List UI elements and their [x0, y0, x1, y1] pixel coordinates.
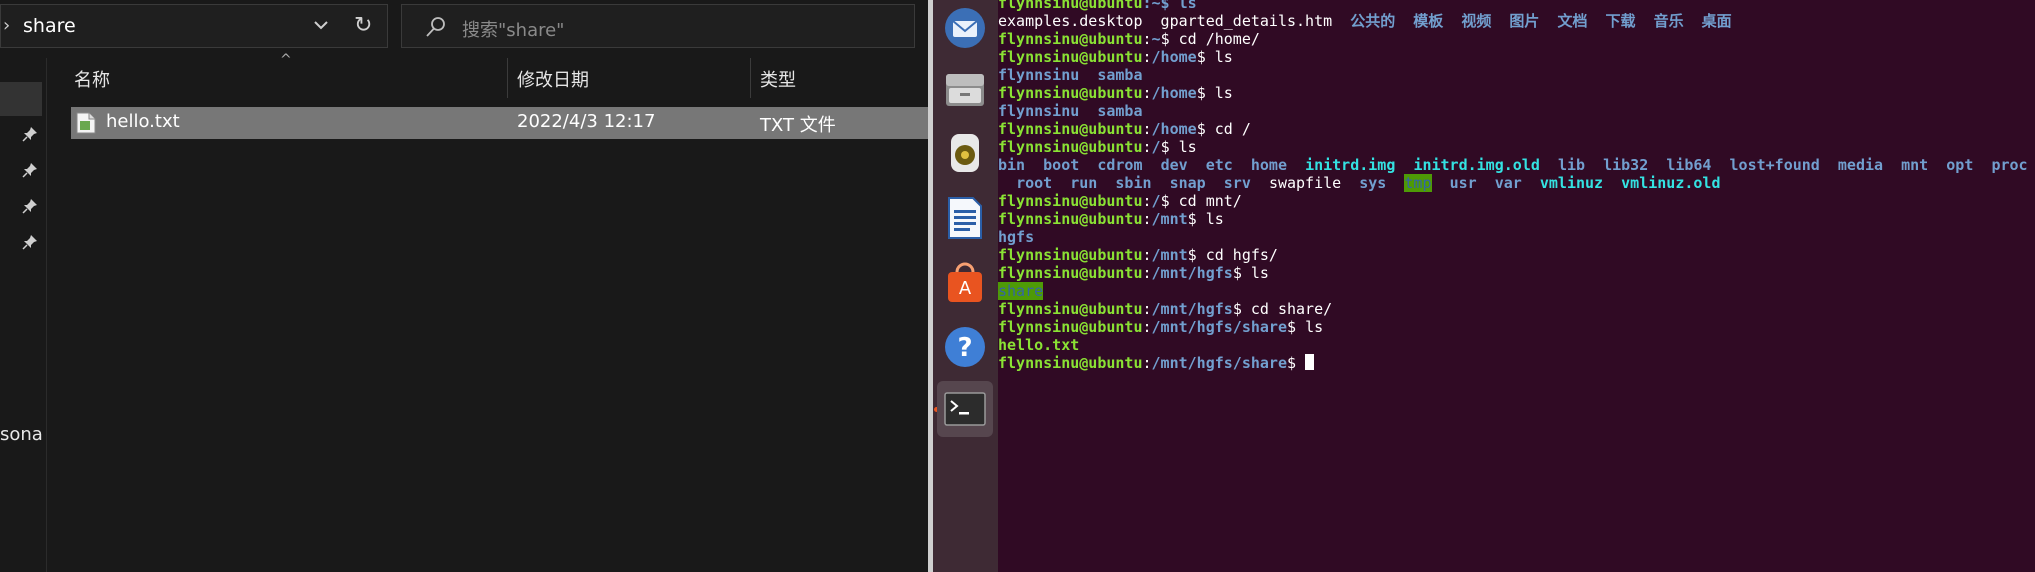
rhythmbox-icon — [951, 134, 979, 172]
chevron-down-icon[interactable] — [311, 15, 331, 35]
help-icon: ? — [945, 327, 985, 367]
text-file-icon — [76, 112, 96, 134]
nav-selected-item[interactable] — [0, 82, 42, 116]
svg-text:A: A — [959, 278, 972, 299]
software-center-icon: A — [948, 262, 982, 302]
column-header-row: ^ 名称 修改日期 类型 — [46, 52, 928, 98]
libreoffice-writer-icon — [948, 197, 982, 239]
nav-item-partial-label[interactable]: sona — [0, 424, 43, 445]
ubuntu-launcher: A ? — [933, 0, 998, 572]
software-center-button[interactable]: A — [937, 254, 993, 310]
svg-text:?: ? — [957, 333, 972, 363]
terminal-prompt-line: flynnsinu@ubuntu:/$ cd mnt/ — [998, 192, 1242, 210]
sort-ascending-icon: ^ — [280, 52, 292, 68]
terminal-line: flynnsinu@ubuntu:~$ ls — [998, 0, 1197, 12]
terminal-line: examples.desktop gparted_details.htm 公共的… — [998, 12, 1732, 30]
column-header-name[interactable]: 名称 — [74, 66, 110, 92]
search-icon — [426, 17, 445, 37]
files-button[interactable] — [937, 60, 993, 116]
file-explorer-window: › share ↻ 搜索"share" sona ^ 名称 修改日期 类型 he… — [0, 0, 928, 572]
terminal-prompt-line: flynnsinu@ubuntu:/mnt/hgfs$ ls — [998, 264, 1269, 282]
terminal-output-line: flynnsinu samba — [998, 102, 1143, 120]
terminal-prompt-line: flynnsinu@ubuntu:/home$ cd / — [998, 120, 1251, 138]
help-button[interactable]: ? — [937, 319, 993, 375]
file-modified: 2022/4/3 12:17 — [517, 111, 656, 132]
terminal-prompt-line: flynnsinu@ubuntu:/mnt/hgfs/share$ ls — [998, 318, 1324, 336]
address-bar[interactable]: › share ↻ — [0, 4, 388, 48]
search-box[interactable]: 搜索"share" — [401, 4, 915, 48]
search-placeholder[interactable]: 搜索"share" — [462, 16, 564, 42]
pin-icon[interactable] — [22, 198, 38, 214]
file-type: TXT 文件 — [760, 115, 836, 136]
terminal-prompt-line: flynnsinu@ubuntu:/mnt/hgfs$ cd share/ — [998, 300, 1333, 318]
terminal-output-line: root run sbin snap srv swapfile sys tmp … — [1016, 174, 1721, 192]
refresh-icon[interactable]: ↻ — [354, 13, 372, 38]
rhythmbox-button[interactable] — [937, 125, 993, 181]
column-header-modified[interactable]: 修改日期 — [517, 66, 589, 92]
pin-icon[interactable] — [22, 234, 38, 250]
terminal-output-line: hgfs — [998, 228, 1035, 246]
terminal-cursor[interactable] — [1305, 354, 1315, 370]
terminal-button[interactable] — [937, 381, 993, 437]
thunderbird-button[interactable] — [937, 0, 993, 56]
navigation-pane: sona — [0, 58, 47, 572]
terminal-window[interactable]: flynnsinu@ubuntu:~$ ls examples.desktop … — [998, 0, 2035, 572]
terminal-output-line: share — [998, 282, 1044, 300]
column-header-type[interactable]: 类型 — [760, 66, 796, 92]
files-icon — [946, 74, 984, 106]
terminal-prompt-line: flynnsinu@ubuntu:/home$ ls — [998, 48, 1233, 66]
terminal-output-line: hello.txt — [998, 336, 1080, 354]
pin-icon[interactable] — [22, 126, 38, 142]
pin-icon[interactable] — [22, 162, 38, 178]
terminal-output-line: bin boot cdrom dev etc home initrd.img i… — [998, 156, 2028, 174]
column-divider[interactable] — [507, 58, 508, 98]
terminal-prompt-line: flynnsinu@ubuntu:/$ ls — [998, 138, 1197, 156]
terminal-output-line: flynnsinu samba — [998, 66, 1143, 84]
thunderbird-icon — [945, 8, 985, 48]
file-name[interactable]: hello.txt — [106, 111, 180, 132]
terminal-prompt-line: flynnsinu@ubuntu:/home$ ls — [998, 84, 1233, 102]
column-divider[interactable] — [750, 58, 751, 98]
address-path[interactable]: share — [23, 15, 76, 37]
chevron-right-icon[interactable]: › — [3, 15, 10, 36]
terminal-prompt-line: flynnsinu@ubuntu:/mnt/hgfs/share$ — [998, 354, 2028, 372]
terminal-prompt-line: flynnsinu@ubuntu:~$ cd /home/ — [998, 30, 1260, 48]
terminal-prompt-line: flynnsinu@ubuntu:/mnt$ ls — [998, 210, 1224, 228]
terminal-icon — [944, 392, 986, 426]
libreoffice-writer-button[interactable] — [937, 190, 993, 246]
terminal-prompt-line: flynnsinu@ubuntu:/mnt$ cd hgfs/ — [998, 246, 1278, 264]
file-row[interactable]: hello.txt 2022/4/3 12:17 TXT 文件 — [71, 107, 928, 139]
